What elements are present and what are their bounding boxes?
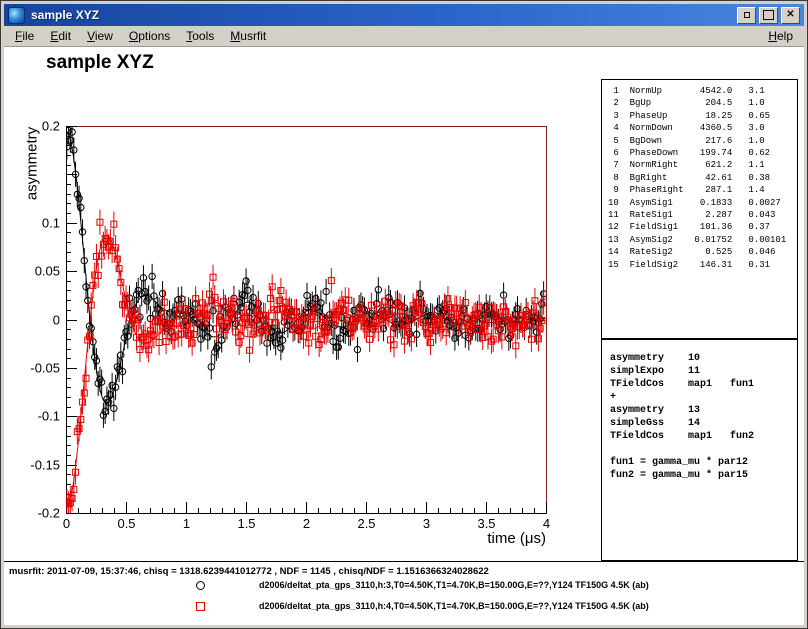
- window-title: sample XYZ: [31, 8, 731, 22]
- menu-help[interactable]: Help: [760, 26, 801, 46]
- plot-heading: sample XYZ: [46, 52, 154, 74]
- x-axis-title: time (μs): [406, 530, 546, 547]
- titlebar[interactable]: sample XYZ ✕: [4, 4, 804, 26]
- plot-canvas[interactable]: [4, 47, 604, 567]
- menu-musrfit[interactable]: Musrfit: [222, 26, 274, 46]
- y-axis-title: asymmetry: [24, 114, 41, 214]
- fit-status-line: musrfit: 2011-07-09, 15:37:46, chisq = 1…: [9, 566, 489, 577]
- menu-view[interactable]: View: [79, 26, 121, 46]
- app-window: sample XYZ ✕ FileEditViewOptionsToolsMus…: [0, 0, 808, 629]
- legend-label: d2006/deltat_pta_gps_3110,h:4,T0=4.50K,T…: [259, 601, 649, 611]
- menu-edit[interactable]: Edit: [42, 26, 79, 46]
- legend-row: d2006/deltat_pta_gps_3110,h:4,T0=4.50K,T…: [4, 600, 804, 614]
- minimize-button[interactable]: [737, 7, 756, 24]
- parameter-box: 1 NormUp 4542.0 3.1 2 BgUp 204.5 1.0 3 P…: [601, 79, 798, 339]
- legend-row: d2006/deltat_pta_gps_3110,h:3,T0=4.50K,T…: [4, 579, 804, 593]
- titlebar-buttons: ✕: [737, 7, 800, 24]
- legend-marker-square-icon: [196, 602, 205, 611]
- app-icon[interactable]: [8, 7, 25, 24]
- menubar-help: Help: [760, 26, 801, 46]
- legend-marker-circle-icon: [196, 581, 205, 590]
- parameter-table: 1 NormUp 4542.0 3.1 2 BgUp 204.5 1.0 3 P…: [602, 80, 797, 271]
- root-canvas-area: sample XYZ asymmetry time (μs) 1 NormUp …: [4, 47, 804, 625]
- menu-tools[interactable]: Tools: [178, 26, 222, 46]
- maximize-button[interactable]: [759, 7, 778, 24]
- theory-box: asymmetry 10 simplExpo 11 TFieldCos map1…: [601, 339, 798, 561]
- menu-options[interactable]: Options: [121, 26, 178, 46]
- menu-file[interactable]: File: [7, 26, 42, 46]
- menubar: FileEditViewOptionsToolsMusrfit Help: [4, 26, 804, 47]
- footer-divider: [4, 561, 804, 562]
- maximize-icon: [763, 10, 774, 20]
- theory-block: asymmetry 10 simplExpo 11 TFieldCos map1…: [602, 340, 797, 482]
- minimize-icon: [744, 12, 750, 18]
- close-icon: ✕: [786, 10, 794, 20]
- close-button[interactable]: ✕: [781, 7, 800, 24]
- menubar-items: FileEditViewOptionsToolsMusrfit: [7, 26, 274, 46]
- legend-label: d2006/deltat_pta_gps_3110,h:3,T0=4.50K,T…: [259, 580, 649, 590]
